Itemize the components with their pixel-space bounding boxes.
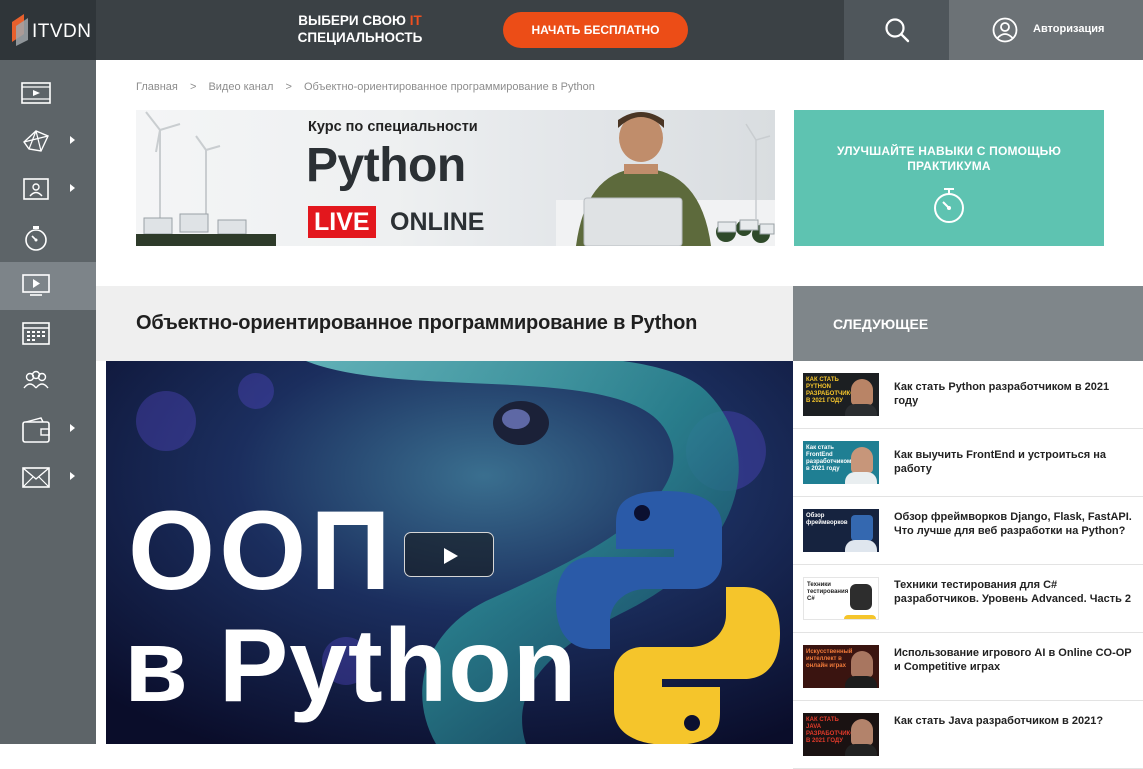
list-item[interactable]: КАК СТАТЬ JAVA РАЗРАБОТЧИКОМ В 2021 ГОДУ…: [793, 701, 1143, 769]
thumb-caption: Как стать FrontEnd разработчиком в 2021 …: [806, 445, 852, 472]
thumb-person-body: [845, 744, 877, 756]
submenu-arrow-icon: [70, 184, 75, 192]
next-item-title: Как выучить FrontEnd и устроиться на раб…: [894, 449, 1106, 475]
thumb-caption: КАК СТАТЬ JAVA РАЗРАБОТЧИКОМ В 2021 ГОДУ: [806, 717, 860, 744]
sidebar-item-video-channel[interactable]: [0, 262, 96, 310]
breadcrumb-video-channel[interactable]: Видео канал: [208, 81, 273, 93]
next-item-title: Обзор фреймворков Django, Flask, FastAPI…: [894, 511, 1132, 537]
video-thumbnail: Искусственный интеллект в онлайн играх: [803, 645, 879, 688]
thumb-caption: КАК СТАТЬ PYTHON РАЗРАБОТЧИКОМ В 2021 ГО…: [806, 377, 860, 404]
next-videos-header: СЛЕДУЮЩЕЕ: [793, 286, 1143, 361]
video-overlay-line2: в Python: [124, 608, 578, 724]
sidebar-item-videos[interactable]: [0, 70, 96, 118]
banner-title: Python: [306, 139, 466, 192]
teacher-icon: [23, 178, 49, 200]
video-overlay-line1: ООП: [128, 488, 395, 613]
slogan-line2: СПЕЦИАЛЬНОСТЬ: [297, 30, 423, 45]
list-item[interactable]: Искусственный интеллект в онлайн играх И…: [793, 633, 1143, 701]
search-icon: [885, 18, 910, 43]
breadcrumb-current: Объектно-ориентированное программировани…: [303, 81, 595, 93]
breadcrumb: Главная > Видео канал > Объектно-ориенти…: [136, 81, 604, 93]
network-icon: [23, 130, 49, 152]
play-screen-icon: [22, 274, 50, 296]
list-item[interactable]: Техники тестирования C# Техники тестиров…: [793, 565, 1143, 633]
header-slogan: ВЫБЕРИ СВОЮ IT СПЕЦИАЛЬНОСТЬ: [270, 12, 450, 46]
list-item[interactable]: Как стать FrontEnd разработчиком в 2021 …: [793, 429, 1143, 497]
sidebar-item-community[interactable]: [0, 358, 96, 406]
login-label: Авторизация: [1033, 23, 1105, 35]
stopwatch-icon: [25, 226, 47, 251]
start-free-button[interactable]: НАЧАТЬ БЕСПЛАТНО: [503, 12, 688, 48]
user-icon: [992, 17, 1018, 43]
video-thumbnail: КАК СТАТЬ JAVA РАЗРАБОТЧИКОМ В 2021 ГОДУ: [803, 713, 879, 756]
calendar-icon: [22, 322, 50, 345]
banner-live-badge: LIVE: [308, 206, 376, 238]
thumb-accent: [844, 615, 876, 619]
next-videos-heading: СЛЕДУЮЩЕЕ: [833, 316, 929, 332]
next-item-title: Как стать Python разработчиком в 2021 го…: [894, 381, 1110, 407]
mail-icon: [22, 467, 50, 488]
play-icon: [444, 548, 458, 564]
thumb-logo: [850, 584, 872, 610]
banner-online: ONLINE: [390, 208, 485, 236]
logo-text: ITVDN: [32, 21, 92, 42]
thumb-caption: Техники тестирования C#: [807, 582, 849, 602]
next-videos-list: КАК СТАТЬ PYTHON РАЗРАБОТЧИКОМ В 2021 ГО…: [793, 361, 1143, 769]
banner-kicker: Курс по специальности: [308, 119, 478, 135]
submenu-arrow-icon: [70, 424, 75, 432]
thumb-caption: Обзор фреймворков: [806, 513, 848, 526]
list-item[interactable]: Обзор фреймворков Обзор фреймворков Djan…: [793, 497, 1143, 565]
practice-promo[interactable]: УЛУЧШАЙТЕ НАВЫКИ С ПОМОЩЬЮ ПРАКТИКУМА: [794, 110, 1104, 246]
next-item-title: Техники тестирования для C# разработчико…: [894, 579, 1132, 605]
thumb-person-body: [845, 676, 877, 688]
next-item-title: Как стать Java разработчиком в 2021?: [894, 715, 1104, 727]
logo[interactable]: ITVDN: [0, 0, 96, 60]
thumb-person-body: [845, 472, 877, 484]
breadcrumb-separator: >: [285, 81, 292, 93]
thumb-logos-strip: [845, 540, 877, 552]
course-banner[interactable]: Курс по специальности Python LIVE ONLINE: [136, 110, 775, 246]
thumb-person-body: [845, 404, 877, 416]
video-thumbnail: Техники тестирования C#: [803, 577, 879, 620]
search-button[interactable]: [844, 0, 949, 60]
list-item[interactable]: КАК СТАТЬ PYTHON РАЗРАБОТЧИКОМ В 2021 ГО…: [793, 361, 1143, 429]
slogan-accent: IT: [409, 13, 422, 28]
thumb-caption: Искусственный интеллект в онлайн играх: [806, 649, 853, 669]
page-title: Объектно-ориентированное программировани…: [136, 312, 698, 334]
sidebar-item-practice[interactable]: [0, 214, 96, 262]
stopwatch-icon: [934, 188, 964, 223]
breadcrumb-home[interactable]: Главная: [136, 81, 178, 93]
video-library-icon: [21, 82, 51, 104]
breadcrumb-separator: >: [189, 81, 197, 93]
play-button[interactable]: [404, 532, 494, 577]
thumb-person: [851, 719, 873, 745]
thumb-person: [851, 379, 873, 405]
thumb-person: [851, 651, 873, 677]
sidebar-item-courses[interactable]: [0, 166, 96, 214]
slogan-line1: ВЫБЕРИ СВОЮ: [298, 13, 406, 28]
top-bar: ITVDN ВЫБЕРИ СВОЮ IT СПЕЦИАЛЬНОСТЬ НАЧАТ…: [0, 0, 1143, 60]
sidebar-item-payment[interactable]: [0, 406, 96, 454]
video-title-bar: Объектно-ориентированное программировани…: [96, 286, 793, 361]
video-thumbnail: Как стать FrontEnd разработчиком в 2021 …: [803, 441, 879, 484]
sidebar-item-schedule[interactable]: [0, 310, 96, 358]
video-player[interactable]: ООП в Python: [106, 361, 793, 744]
logo-mark-icon: [12, 14, 28, 46]
video-thumbnail: КАК СТАТЬ PYTHON РАЗРАБОТЧИКОМ В 2021 ГО…: [803, 373, 879, 416]
next-item-title: Использование игрового AI в Online CO-OP…: [894, 647, 1132, 673]
wallet-icon: [22, 417, 50, 443]
users-icon: [23, 370, 49, 389]
submenu-arrow-icon: [70, 472, 75, 480]
sidebar: [0, 60, 96, 744]
submenu-arrow-icon: [70, 136, 75, 144]
video-thumbnail: Обзор фреймворков: [803, 509, 879, 552]
thumb-logo: [851, 515, 873, 541]
login-button[interactable]: Авторизация: [949, 0, 1143, 60]
sidebar-item-contacts[interactable]: [0, 454, 96, 502]
thumb-person: [851, 447, 873, 473]
sidebar-item-directions[interactable]: [0, 118, 96, 166]
promo-text: УЛУЧШАЙТЕ НАВЫКИ С ПОМОЩЬЮ ПРАКТИКУМА: [836, 144, 1062, 173]
